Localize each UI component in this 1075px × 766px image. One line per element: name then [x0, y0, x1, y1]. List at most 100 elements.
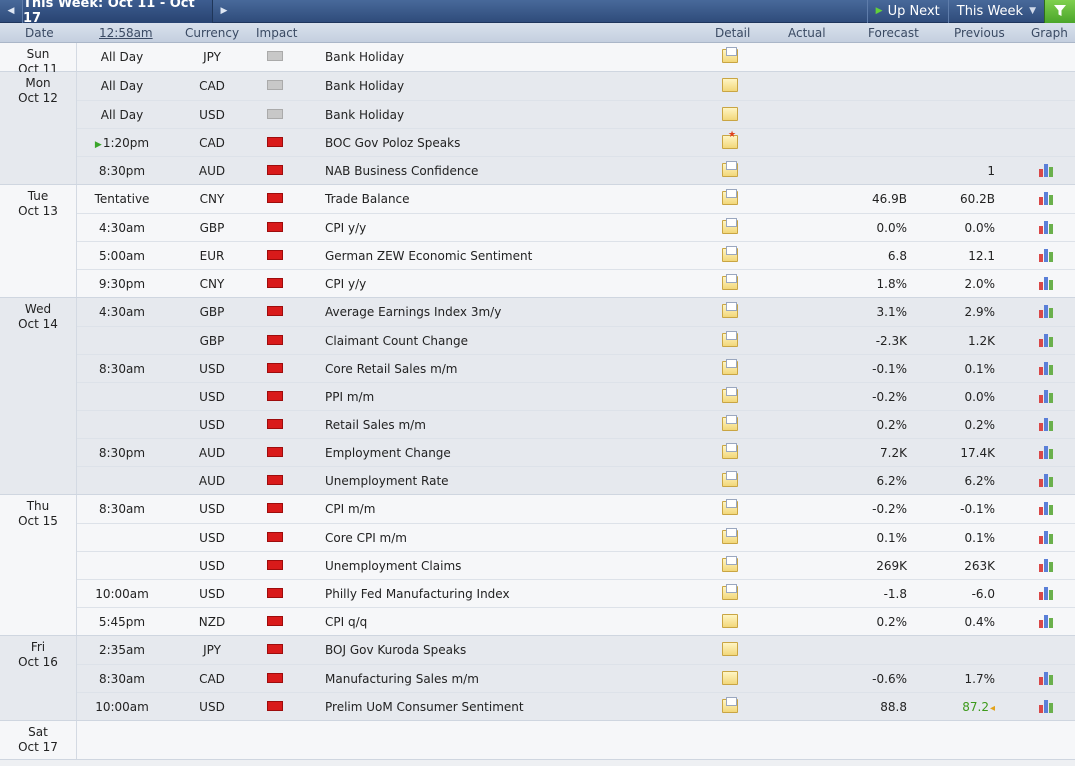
detail-folder-icon[interactable]: [722, 130, 738, 149]
event-title[interactable]: Core Retail Sales m/m: [325, 362, 458, 376]
event-title[interactable]: Bank Holiday: [325, 50, 404, 64]
graph-icon[interactable]: [1039, 530, 1055, 544]
graph-icon[interactable]: [1039, 445, 1055, 459]
graph-icon[interactable]: [1039, 671, 1055, 685]
table-row[interactable]: 8:30am CAD Manufacturing Sales m/m -0.6% 1.7…: [77, 664, 1075, 692]
table-row[interactable]: 9:30pm CNY CPI y/y 1.8% 2.0%: [77, 269, 1075, 297]
up-next-button[interactable]: ▶ Up Next: [866, 0, 948, 23]
detail-folder-icon[interactable]: [722, 671, 738, 685]
table-row[interactable]: 8:30am USD Core Retail Sales m/m -0.1% 0.1%: [77, 354, 1075, 382]
table-row[interactable]: 8:30am USD CPI m/m -0.2% -0.1%: [77, 495, 1075, 523]
graph-icon[interactable]: [1039, 417, 1055, 431]
event-title[interactable]: Trade Balance: [325, 192, 410, 206]
detail-folder-icon[interactable]: [722, 274, 738, 290]
table-row[interactable]: AUD Unemployment Rate 6.2% 6.2%: [77, 466, 1075, 494]
event-title[interactable]: Manufacturing Sales m/m: [325, 672, 479, 686]
event-currency: CAD: [199, 136, 225, 150]
table-row[interactable]: All Day USD Bank Holiday: [77, 100, 1075, 128]
graph-icon[interactable]: [1039, 220, 1055, 234]
table-row[interactable]: Tentative CNY Trade Balance 46.9B 60.2B: [77, 185, 1075, 213]
col-time[interactable]: 12:58am: [99, 26, 153, 40]
detail-folder-icon[interactable]: [722, 697, 738, 713]
detail-folder-icon[interactable]: [722, 499, 738, 515]
table-row[interactable]: 8:30pm AUD NAB Business Confidence 1: [77, 156, 1075, 184]
event-title[interactable]: PPI m/m: [325, 390, 374, 404]
detail-folder-icon[interactable]: [722, 415, 738, 431]
graph-icon[interactable]: [1039, 361, 1055, 375]
table-row[interactable]: USD Retail Sales m/m 0.2% 0.2%: [77, 410, 1075, 438]
detail-folder-icon[interactable]: [722, 556, 738, 572]
graph-icon[interactable]: [1039, 191, 1055, 205]
high-impact-icon: [267, 532, 283, 542]
event-title[interactable]: Bank Holiday: [325, 108, 404, 122]
next-week-button[interactable]: ▶: [213, 0, 235, 23]
graph-icon[interactable]: [1039, 501, 1055, 515]
event-title[interactable]: NAB Business Confidence: [325, 164, 478, 178]
detail-folder-icon[interactable]: [722, 218, 738, 234]
graph-icon[interactable]: [1039, 699, 1055, 713]
event-title[interactable]: German ZEW Economic Sentiment: [325, 249, 532, 263]
detail-folder-icon[interactable]: [722, 78, 738, 92]
event-title[interactable]: Bank Holiday: [325, 79, 404, 93]
table-row[interactable]: USD PPI m/m -0.2% 0.0%: [77, 382, 1075, 410]
detail-folder-icon[interactable]: [722, 443, 738, 459]
graph-icon-bar: [1049, 280, 1053, 290]
table-row[interactable]: 4:30am GBP Average Earnings Index 3m/y 3.1%…: [77, 298, 1075, 326]
detail-folder-icon[interactable]: [722, 642, 738, 656]
event-title[interactable]: Employment Change: [325, 446, 451, 460]
table-row[interactable]: 5:45pm NZD CPI q/q 0.2% 0.4%: [77, 607, 1075, 635]
event-title[interactable]: BOC Gov Poloz Speaks: [325, 136, 460, 150]
detail-folder-icon[interactable]: [722, 189, 738, 205]
prev-week-button[interactable]: ◀: [0, 0, 22, 23]
table-row[interactable]: 8:30pm AUD Employment Change 7.2K 17.4K: [77, 438, 1075, 466]
event-title[interactable]: BOJ Gov Kuroda Speaks: [325, 643, 466, 657]
table-row[interactable]: USD Unemployment Claims 269K 263K: [77, 551, 1075, 579]
table-row[interactable]: USD Core CPI m/m 0.1% 0.1%: [77, 523, 1075, 551]
event-title[interactable]: CPI m/m: [325, 502, 375, 516]
graph-icon[interactable]: [1039, 333, 1055, 347]
graph-icon[interactable]: [1039, 163, 1055, 177]
detail-folder-icon[interactable]: [722, 331, 738, 347]
detail-folder-icon[interactable]: [722, 471, 738, 487]
graph-icon[interactable]: [1039, 248, 1055, 262]
table-row[interactable]: 10:00am USD Philly Fed Manufacturing Index…: [77, 579, 1075, 607]
table-row[interactable]: All Day JPY Bank Holiday: [77, 43, 1075, 71]
graph-icon[interactable]: [1039, 614, 1055, 628]
table-row[interactable]: 2:35am JPY BOJ Gov Kuroda Speaks: [77, 636, 1075, 664]
table-row[interactable]: All Day CAD Bank Holiday: [77, 72, 1075, 100]
event-title[interactable]: Core CPI m/m: [325, 531, 407, 545]
filter-button[interactable]: [1044, 0, 1075, 23]
event-title[interactable]: Unemployment Rate: [325, 474, 449, 488]
table-row[interactable]: 5:00am EUR German ZEW Economic Sentiment 6.…: [77, 241, 1075, 269]
detail-folder-icon[interactable]: [722, 107, 738, 121]
table-row[interactable]: 4:30am GBP CPI y/y 0.0% 0.0%: [77, 213, 1075, 241]
event-title[interactable]: CPI y/y: [325, 277, 366, 291]
event-title[interactable]: CPI q/q: [325, 615, 367, 629]
graph-icon[interactable]: [1039, 586, 1055, 600]
graph-icon[interactable]: [1039, 389, 1055, 403]
event-title[interactable]: Unemployment Claims: [325, 559, 461, 573]
event-title[interactable]: Philly Fed Manufacturing Index: [325, 587, 510, 601]
detail-folder-icon[interactable]: [722, 528, 738, 544]
detail-folder-icon[interactable]: [722, 387, 738, 403]
event-title[interactable]: Retail Sales m/m: [325, 418, 426, 432]
event-title[interactable]: Average Earnings Index 3m/y: [325, 305, 501, 319]
detail-folder-icon[interactable]: [722, 302, 738, 318]
graph-icon[interactable]: [1039, 473, 1055, 487]
detail-folder-icon[interactable]: [722, 359, 738, 375]
detail-folder-icon[interactable]: [722, 246, 738, 262]
table-row[interactable]: ▶1:20pm CAD BOC Gov Poloz Speaks: [77, 128, 1075, 156]
this-week-dropdown[interactable]: This Week ▼: [947, 0, 1044, 23]
event-title[interactable]: CPI y/y: [325, 221, 366, 235]
detail-folder-icon[interactable]: [722, 161, 738, 177]
event-title[interactable]: Prelim UoM Consumer Sentiment: [325, 700, 524, 714]
detail-folder-icon[interactable]: [722, 614, 738, 628]
event-title[interactable]: Claimant Count Change: [325, 334, 468, 348]
table-row[interactable]: GBP Claimant Count Change -2.3K 1.2K: [77, 326, 1075, 354]
graph-icon[interactable]: [1039, 304, 1055, 318]
detail-folder-icon[interactable]: [722, 47, 738, 63]
table-row[interactable]: 10:00am USD Prelim UoM Consumer Sentiment 8…: [77, 692, 1075, 720]
graph-icon[interactable]: [1039, 276, 1055, 290]
graph-icon[interactable]: [1039, 558, 1055, 572]
detail-folder-icon[interactable]: [722, 584, 738, 600]
